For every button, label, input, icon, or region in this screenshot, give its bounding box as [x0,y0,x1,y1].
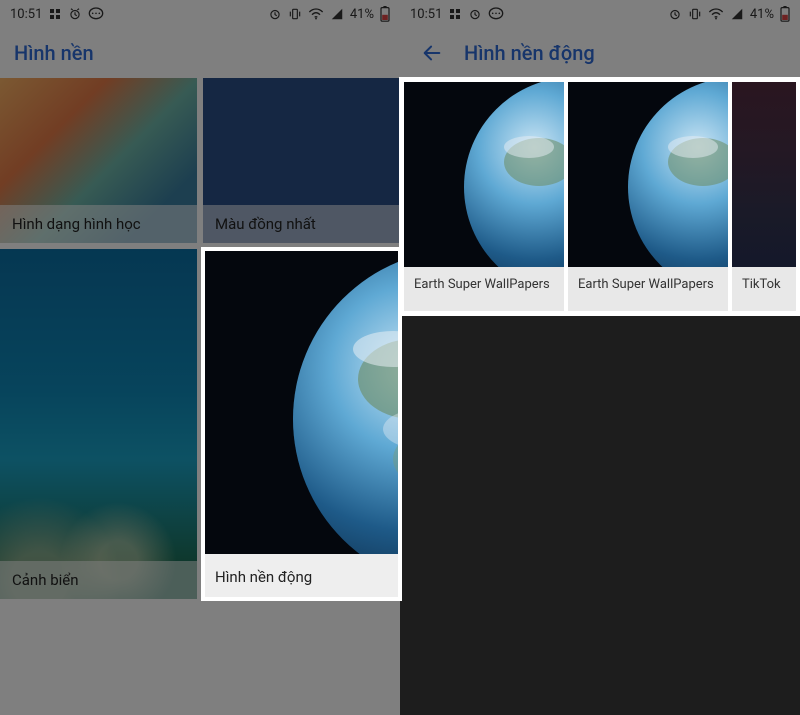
category-solid-color[interactable]: Màu đồng nhất [203,78,400,243]
earth-thumb [568,82,728,267]
vibrate-icon [688,7,702,21]
alarm-icon [68,7,82,21]
category-live-wallpaper[interactable]: Hình nền động [203,249,400,599]
live-wallpaper-grid: Earth Super WallPapers Earth Super WallP… [400,78,800,315]
category-label: Cảnh biển [0,561,197,599]
sea-thumb [0,249,197,599]
chat-icon [88,7,104,21]
status-time: 10:51 [10,7,42,22]
wifi-icon [708,7,724,21]
wallpaper-tiktok[interactable]: TikTok [732,82,796,311]
back-button[interactable] [414,35,450,71]
page-title: Hình nền động [464,41,595,65]
wallpaper-grid: Hình dạng hình học Màu đồng nhất Cảnh bi… [0,78,400,599]
dots-icon [448,7,462,21]
signal-icon [330,7,344,21]
live-wallpaper-screen: 10:51 41% Hình nền động [400,0,800,715]
category-label: Hình dạng hình học [0,205,197,243]
alarm-icon [268,7,282,21]
category-label: Màu đồng nhất [203,205,400,243]
page-title: Hình nền [14,41,94,65]
wallpaper-earth-2[interactable]: Earth Super WallPapers [568,82,728,311]
status-time: 10:51 [410,7,442,22]
dots-icon [48,7,62,21]
arrow-left-icon [421,42,443,64]
earth-thumb [203,249,400,554]
status-bar: 10:51 41% [400,0,800,28]
signal-icon [730,7,744,21]
app-bar: Hình nền [0,28,400,78]
wallpaper-categories-screen: 10:51 41% Hình nền Hình dạng hình học Mà… [0,0,400,715]
earth-thumb [404,82,564,267]
vibrate-icon [288,7,302,21]
alarm-icon [468,7,482,21]
battery-icon [780,6,790,22]
wifi-icon [308,7,324,21]
category-geometric[interactable]: Hình dạng hình học [0,78,197,243]
wallpaper-label: Earth Super WallPapers [404,267,564,311]
wallpaper-label: TikTok [732,267,796,311]
wallpaper-label: Earth Super WallPapers [568,267,728,311]
battery-percent: 41% [350,7,374,22]
battery-percent: 41% [750,7,774,22]
battery-icon [380,6,390,22]
tiktok-thumb [732,82,796,267]
category-sea[interactable]: Cảnh biển [0,249,197,599]
wallpaper-earth-1[interactable]: Earth Super WallPapers [404,82,564,311]
status-bar: 10:51 41% [0,0,400,28]
alarm-icon [668,7,682,21]
category-label: Hình nền động [203,554,400,599]
app-bar: Hình nền động [400,28,800,78]
chat-icon [488,7,504,21]
